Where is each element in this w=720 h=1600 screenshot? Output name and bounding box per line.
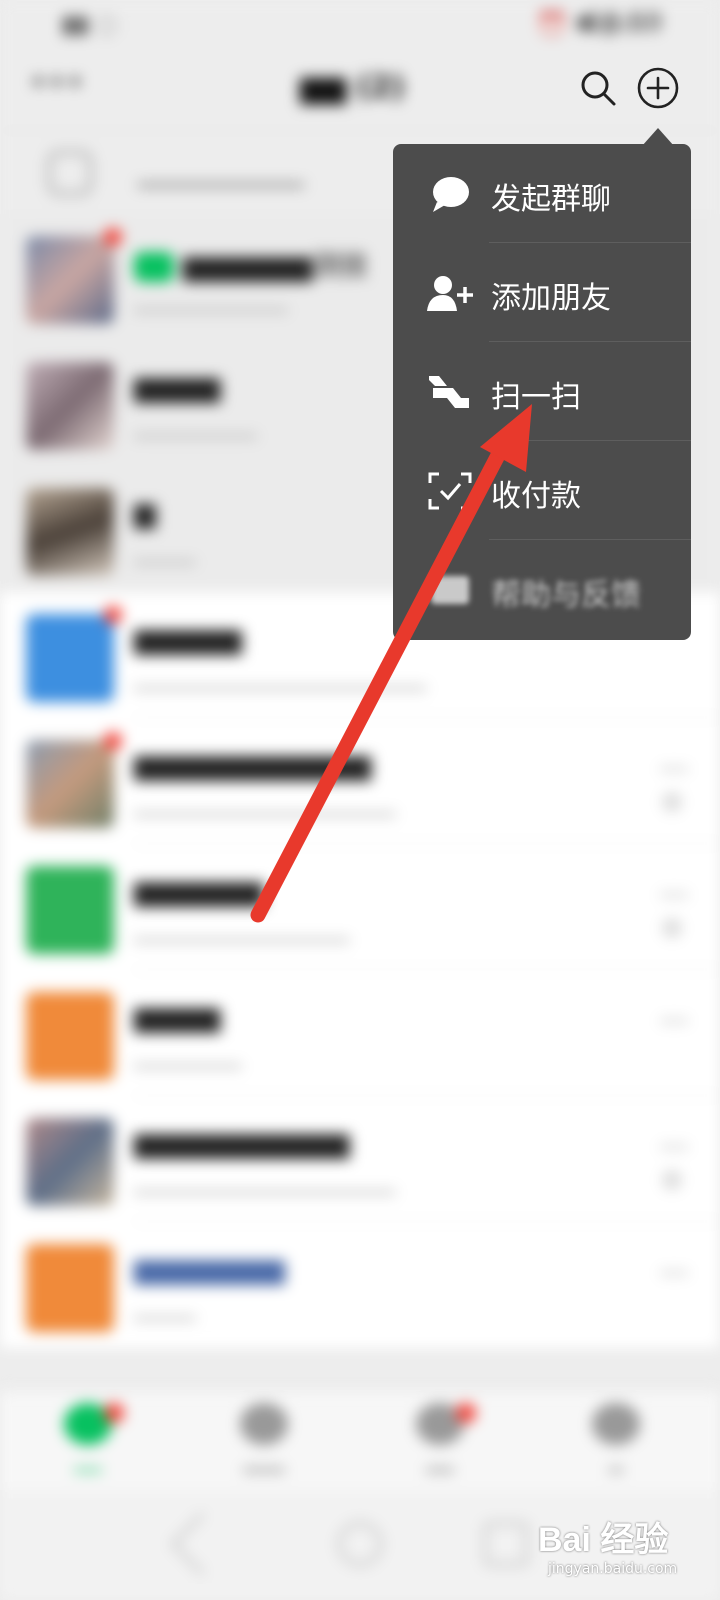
chat-preview: ▁▁▁▁▁▁▁▁: [134, 414, 258, 438]
menu-item-label: 帮助与反馈: [491, 578, 641, 613]
chat-title: ▆▆▆▆: [134, 370, 221, 403]
chat-preview: ▁▁▁▁▁▁▁▁▁▁▁▁▁▁▁▁▁: [134, 792, 396, 816]
pay-icon: [428, 472, 472, 510]
status-bar: ▮▮ ◌ ⏰ ✱ ▯ ▭ 16:59: [0, 0, 720, 48]
signal-indicators: ▮▮ ◌: [62, 10, 117, 38]
home-nav-icon[interactable]: [338, 1522, 382, 1566]
list-item[interactable]: ▆▆▆▆▆▆ ▁▁▁▁▁▁▁▁▁▁▁▁▁▁ ▁▁: [0, 844, 720, 970]
search-icon[interactable]: [578, 68, 618, 108]
chat-preview: ▁▁▁▁▁▁▁▁▁▁▁▁▁▁▁▁▁: [134, 1170, 396, 1194]
avatar: [26, 866, 114, 954]
status-time: 16:59: [587, 8, 662, 38]
watermark-url: jingyan.baidu.com: [548, 1561, 678, 1577]
chat-time: ▁▁: [660, 876, 688, 897]
menu-item-group-chat[interactable]: 发起群聊: [393, 144, 691, 243]
tab-label: ▁▁: [426, 1451, 454, 1472]
tab-me[interactable]: ▁: [556, 1403, 676, 1472]
unread-badge: [104, 1403, 124, 1423]
chat-title: ▆▆▆▆: [134, 1000, 221, 1033]
chat-title: ▆▆▆▆▆▆▆▆▆▆: [134, 1126, 350, 1159]
menu-item-help[interactable]: 帮助与反馈: [393, 540, 691, 639]
avatar: [26, 1244, 114, 1332]
chat-title: ▆: [134, 496, 156, 529]
chat-title-visible: 测技: [312, 249, 369, 282]
mute-icon: [662, 1170, 682, 1190]
menu-item-label: 扫一扫: [491, 380, 581, 415]
bottom-tab-bar: ▁▁ ▁▁▁ ▁▁ ▁: [0, 1390, 720, 1490]
avatar: [26, 614, 114, 702]
tab-label: ▁▁▁: [243, 1451, 285, 1472]
avatar: [26, 992, 114, 1080]
chat-preview: ▁▁▁▁: [134, 540, 196, 564]
tab-chats[interactable]: ▁▁: [28, 1403, 148, 1472]
chat-time: ▁▁: [660, 1002, 688, 1023]
baidu-jingyan-watermark: Bai 经验 jingyan.baidu.com: [538, 1512, 677, 1577]
avatar: [26, 1118, 114, 1206]
more-dots-icon: •••: [30, 66, 86, 99]
chat-preview: ▁▁▁▁▁▁▁▁▁▁: [134, 288, 288, 312]
chat-preview: ▁▁▁▁▁▁▁▁▁▁▁▁▁▁▁▁▁▁▁: [134, 666, 427, 690]
contacts-tab-icon: [240, 1403, 288, 1445]
mute-icon: [662, 918, 682, 938]
recents-nav-icon[interactable]: [484, 1522, 528, 1566]
avatar: [26, 362, 114, 450]
tab-label: ▁▁: [74, 1451, 102, 1472]
help-icon: [431, 576, 469, 604]
tab-discover[interactable]: ▁▁: [380, 1403, 500, 1472]
avatar: [26, 236, 114, 324]
plus-dropdown-menu: 发起群聊 添加朋友 扫一扫 收付款 帮助与反馈: [393, 144, 691, 640]
chat-title: ▆▆▆▆▆▆测技: [134, 244, 368, 284]
list-item[interactable]: ▆▆▆▆▆▆▆▆▆▆▆ ▁▁▁▁▁▁▁▁▁▁▁▁▁▁▁▁▁ ▁▁: [0, 718, 720, 844]
scan-icon: [429, 376, 469, 408]
tab-contacts[interactable]: ▁▁▁: [204, 1403, 324, 1472]
chat-title: ▆▆▆▆▆▆: [134, 874, 264, 907]
avatar: [26, 488, 114, 576]
chat-time: ▁▁: [660, 750, 688, 771]
unread-badge: [456, 1403, 476, 1423]
list-item[interactable]: ▆▆▆▆▆▆▆ ▁▁▁▁ ▁▁: [0, 1222, 720, 1348]
add-friend-icon: [427, 276, 473, 311]
menu-item-label: 添加朋友: [491, 281, 611, 316]
watermark-logo: Bai 经验: [538, 1521, 669, 1559]
add-plus-icon[interactable]: [636, 66, 680, 110]
chat-preview: ▁▁▁▁: [134, 1296, 196, 1320]
back-nav-icon[interactable]: [170, 1512, 234, 1576]
menu-item-scan[interactable]: 扫一扫: [393, 342, 691, 441]
list-item[interactable]: ▆▆▆▆ ▁▁▁▁▁▁▁ ▁▁: [0, 970, 720, 1096]
menu-item-add-friend[interactable]: 添加朋友: [393, 243, 691, 342]
chat-title: ▆▆▆▆▆▆▆▆▆▆▆: [134, 748, 371, 781]
unread-badge: [104, 606, 122, 624]
unread-badge: [104, 732, 122, 750]
list-item[interactable]: ▆▆▆▆▆▆▆▆▆▆ ▁▁▁▁▁▁▁▁▁▁▁▁▁▁▁▁▁ ▁▁: [0, 1096, 720, 1222]
menu-item-label: 发起群聊: [491, 182, 611, 217]
page-title: ▆▆ (2): [300, 70, 405, 105]
tab-label: ▁: [609, 1451, 623, 1472]
chat-bubble-icon: [433, 177, 469, 212]
menu-item-pay[interactable]: 收付款: [393, 441, 691, 540]
avatar: [26, 740, 114, 828]
chat-preview: ▁▁▁▁▁▁▁▁▁▁▁▁▁▁: [134, 918, 350, 942]
menu-item-label: 收付款: [491, 479, 581, 514]
me-tab-icon: [592, 1403, 640, 1445]
unread-badge: [104, 228, 122, 246]
chat-time: ▁▁: [660, 1254, 688, 1275]
device-icon: [48, 151, 92, 195]
mute-icon: [662, 792, 682, 812]
chat-time: ▁▁: [660, 1128, 688, 1149]
chat-title: ▆▆▆▆▆: [134, 622, 242, 655]
device-login-text: ▁▁▁▁▁▁▁▁▁: [138, 159, 305, 187]
chat-preview: ▁▁▁▁▁▁▁: [134, 1044, 242, 1068]
chat-title: ▆▆▆▆▆▆▆: [134, 1252, 285, 1285]
